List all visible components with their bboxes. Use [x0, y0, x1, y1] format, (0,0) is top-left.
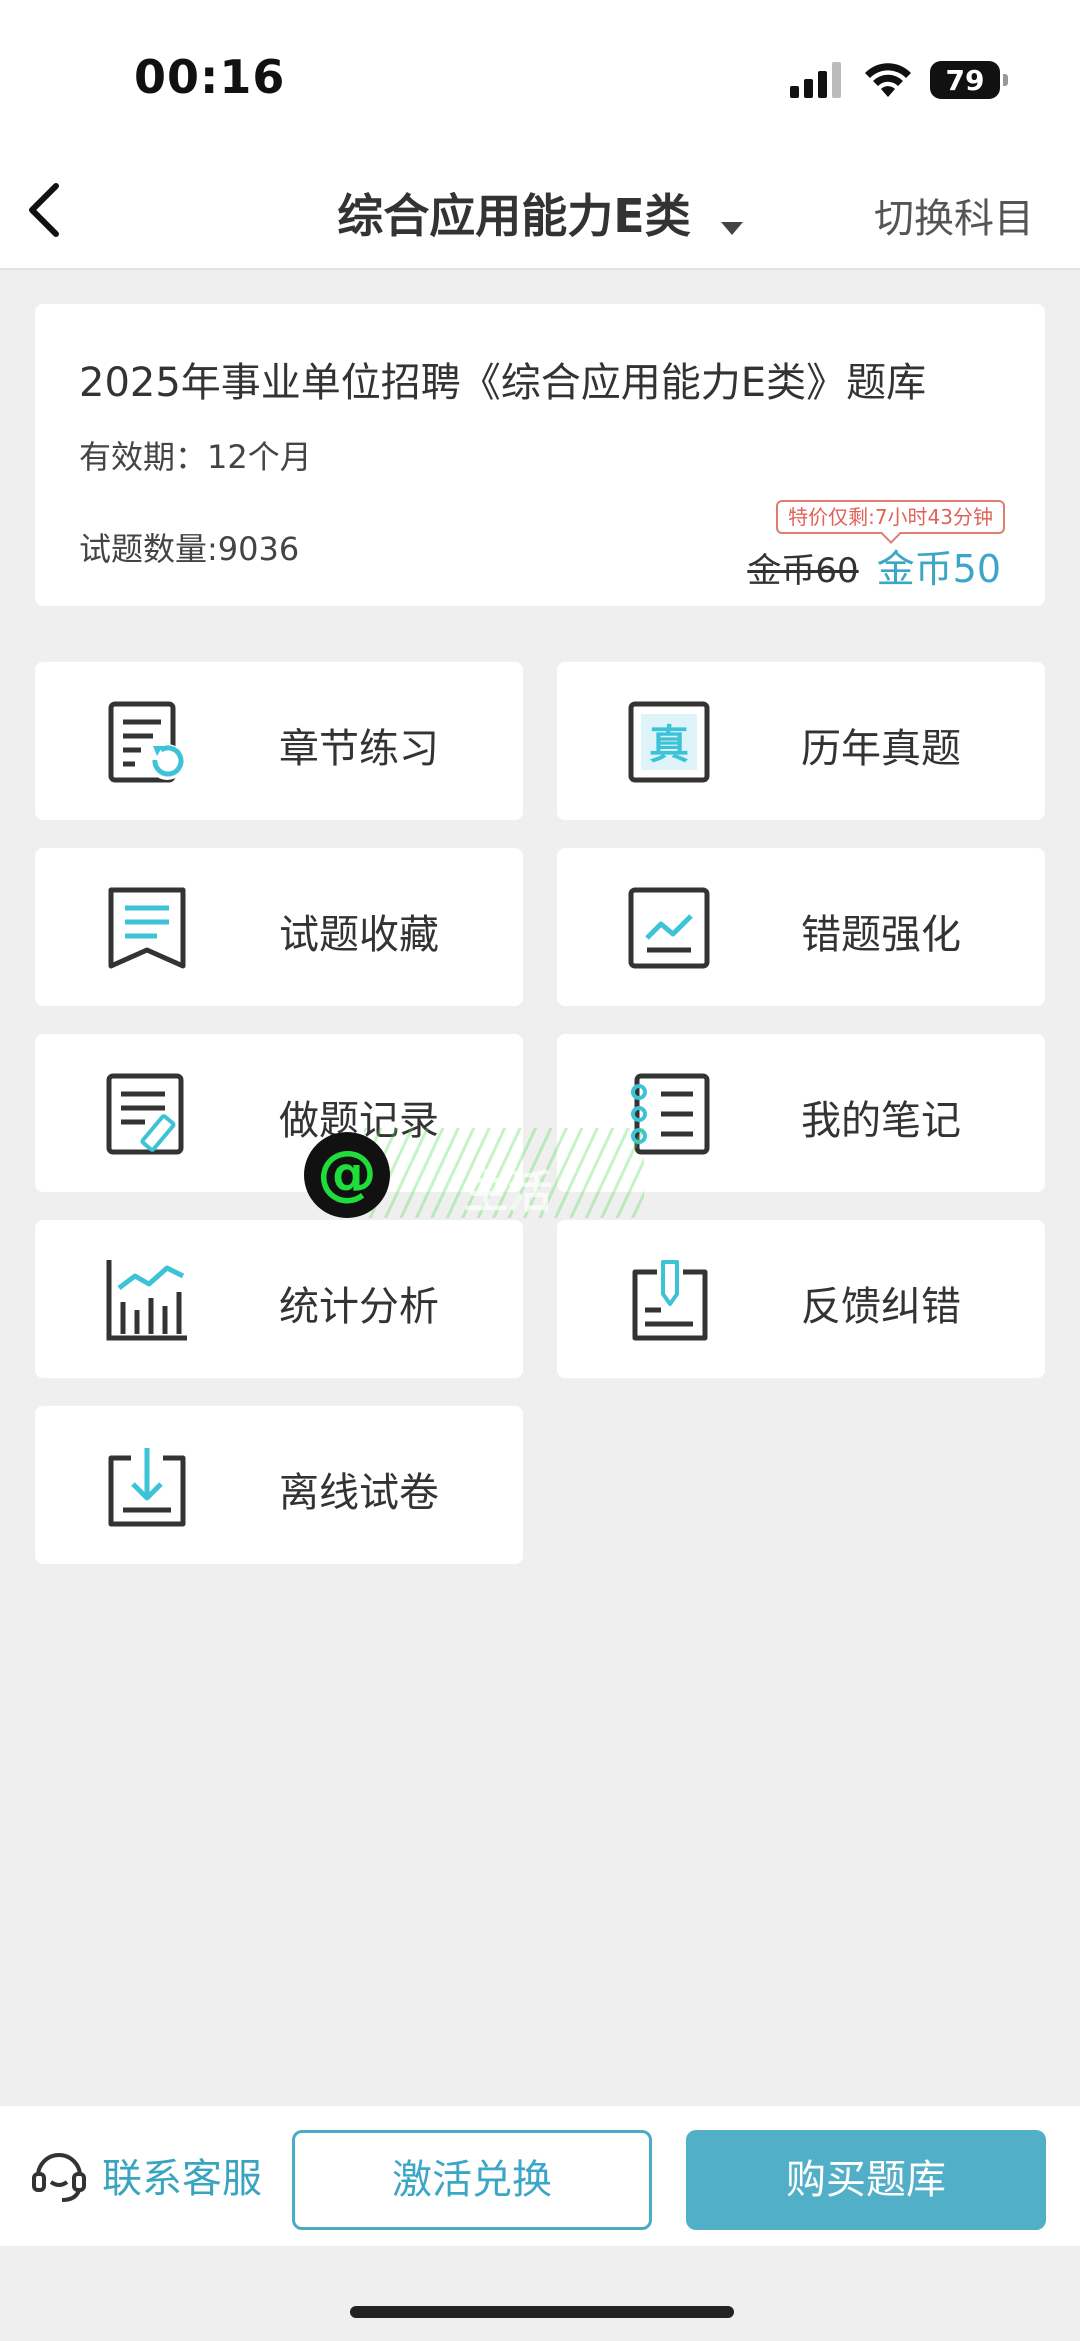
at-sign-icon: @ [304, 1132, 390, 1218]
menu-mistake-review[interactable]: 错题强化 [557, 848, 1045, 1006]
promo-countdown-badge: 特价仅剩:7小时43分钟 [776, 500, 1005, 534]
sale-price: 金币50 [876, 547, 1001, 591]
tile-label: 我的笔记 [801, 1098, 961, 1144]
validity-text: 有效期：12个月 [79, 438, 312, 476]
original-price: 金币60 [747, 551, 859, 591]
activate-redeem-button[interactable]: 激活兑换 [292, 2130, 652, 2230]
tile-label: 离线试卷 [279, 1470, 439, 1516]
tile-label: 章节练习 [279, 726, 439, 772]
past-exams-icon: 真 [628, 701, 710, 783]
menu-feedback[interactable]: 反馈纠错 [557, 1220, 1045, 1378]
bank-title: 2025年事业单位招聘《综合应用能力E类》题库 [79, 360, 927, 406]
status-bar: 00:16 79 [0, 0, 1080, 150]
status-time: 00:16 [134, 50, 286, 104]
contact-support-button[interactable]: 联系客服 [30, 2146, 262, 2204]
headset-icon [32, 2153, 86, 2202]
tile-label: 试题收藏 [279, 912, 439, 958]
tile-label: 历年真题 [801, 726, 961, 772]
wifi-icon [865, 63, 911, 97]
buy-question-bank-button[interactable]: 购买题库 [686, 2130, 1046, 2230]
svg-text:真: 真 [649, 722, 689, 768]
watermark: @ 生活 [304, 1128, 644, 1228]
page-title: 综合应用能力E类 [337, 189, 691, 243]
tile-label: 反馈纠错 [801, 1284, 961, 1330]
bottom-action-bar: 联系客服 激活兑换 购买题库 [0, 2106, 1080, 2246]
menu-chapter-practice[interactable]: 章节练习 [35, 662, 523, 820]
bookmark-icon [108, 887, 186, 969]
mistake-review-icon [628, 887, 710, 969]
home-indicator[interactable] [350, 2306, 734, 2318]
support-label: 联系客服 [102, 2156, 262, 2202]
menu-favorites[interactable]: 试题收藏 [35, 848, 523, 1006]
nav-bar: 综合应用能力E类 切换科目 [0, 150, 1080, 270]
watermark-text: 生活 [464, 1167, 552, 1218]
menu-statistics[interactable]: 统计分析 [35, 1220, 523, 1378]
battery-indicator: 79 [930, 61, 1008, 99]
caret-down-icon [720, 193, 743, 247]
bar-chart-icon [106, 1260, 187, 1341]
menu-offline-papers[interactable]: 离线试卷 [35, 1406, 523, 1564]
feedback-icon [632, 1260, 708, 1341]
question-count: 试题数量:9036 [79, 530, 300, 568]
status-icons: 79 [790, 56, 1008, 104]
tile-label: 错题强化 [801, 912, 961, 958]
cellular-signal-icon [790, 62, 841, 98]
download-icon [108, 1448, 186, 1527]
chapter-practice-icon [108, 701, 185, 783]
menu-past-exams[interactable]: 真 历年真题 [557, 662, 1045, 820]
switch-subject-button[interactable]: 切换科目 [874, 186, 1034, 244]
record-edit-icon [106, 1073, 184, 1155]
question-bank-card: 2025年事业单位招聘《综合应用能力E类》题库 有效期：12个月 试题数量:90… [35, 304, 1045, 606]
tile-label: 统计分析 [279, 1284, 439, 1330]
price-row: 金币60 金币50 [747, 538, 1001, 593]
